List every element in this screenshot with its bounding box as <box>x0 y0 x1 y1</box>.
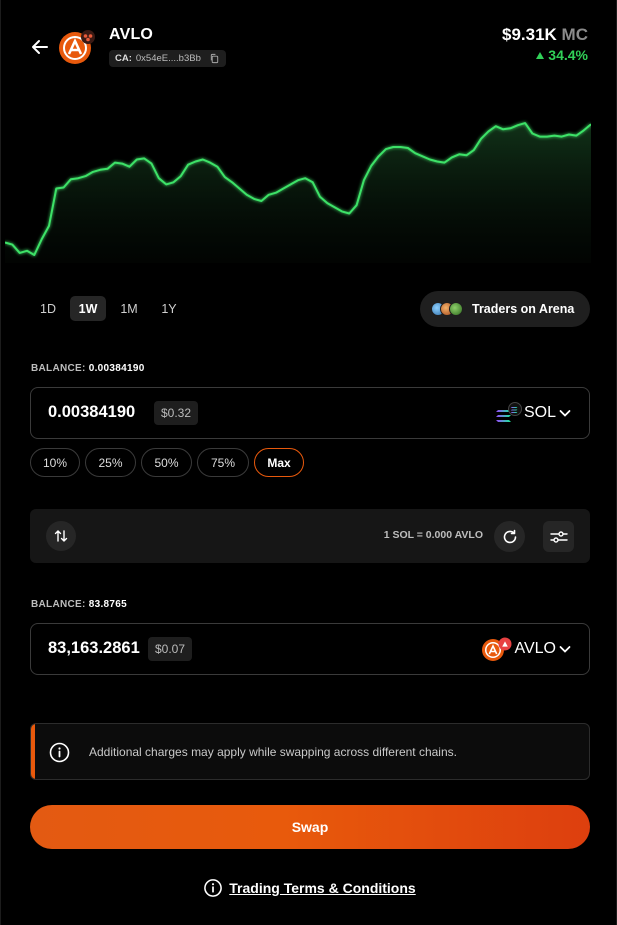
copy-icon[interactable] <box>209 53 220 64</box>
solana-icon <box>495 402 522 422</box>
market-cap-unit: MC <box>561 25 588 44</box>
info-icon <box>204 879 223 897</box>
trading-terms-link[interactable]: Trading Terms & Conditions <box>229 880 415 896</box>
trader-avatars <box>431 302 463 316</box>
back-arrow-icon[interactable] <box>29 36 51 58</box>
trader-avatar <box>449 302 463 316</box>
chevron-down-icon <box>559 410 571 417</box>
to-balance: BALANCE: 83.8765 <box>31 599 127 610</box>
to-balance-label: BALANCE: <box>31 599 86 610</box>
to-input-box: $0.07 AVLO <box>30 623 590 675</box>
avlo-token-logo <box>59 30 95 64</box>
to-token-select[interactable]: AVLO <box>481 636 573 662</box>
price-change-value: 34.4% <box>548 47 588 63</box>
from-token-select[interactable]: SOL <box>495 400 572 426</box>
contract-address-chip[interactable]: CA: 0x54eE....b3Bb <box>109 50 226 67</box>
market-cap: $9.31K MC <box>502 25 588 45</box>
traders-on-arena-button[interactable]: Traders on Arena <box>420 291 590 327</box>
from-amount-input[interactable] <box>48 403 158 422</box>
percent-25-button[interactable]: 25% <box>85 448 136 477</box>
ca-value: 0x54eE....b3Bb <box>135 53 201 64</box>
timeframe-1y[interactable]: 1Y <box>155 296 183 321</box>
timeframe-1d[interactable]: 1D <box>35 296 61 321</box>
chart-area-fill <box>5 123 591 263</box>
percent-50-button[interactable]: 50% <box>141 448 192 477</box>
refresh-icon <box>503 529 516 543</box>
from-input-box: $0.32 SOL <box>30 387 590 439</box>
to-usd-value: $0.07 <box>148 637 193 661</box>
to-amount-input[interactable] <box>48 639 148 658</box>
price-change: 34.4% <box>536 47 588 63</box>
terms-row: Trading Terms & Conditions <box>1 878 617 898</box>
cross-chain-notice: Additional charges may apply while swapp… <box>30 723 590 780</box>
notice-message: Additional charges may apply while swapp… <box>89 745 457 759</box>
up-triangle-icon <box>536 51 545 59</box>
from-usd-value: $0.32 <box>154 401 199 425</box>
from-token-symbol: SOL <box>523 404 556 421</box>
chevron-down-icon <box>559 646 571 653</box>
swap-button[interactable]: Swap <box>30 805 590 849</box>
traders-label: Traders on Arena <box>472 302 575 316</box>
info-icon <box>49 742 70 763</box>
sliders-icon <box>549 530 568 543</box>
to-balance-value: 83.8765 <box>88 599 127 610</box>
from-balance-label: BALANCE: <box>31 363 86 374</box>
exchange-rate: 1 SOL = 0.000 AVLO <box>383 529 483 541</box>
swap-rate-bar: 1 SOL = 0.000 AVLO <box>30 509 590 563</box>
percent-10-button[interactable]: 10% <box>30 448 80 477</box>
to-token-symbol: AVLO <box>514 640 557 657</box>
refresh-rate-button[interactable] <box>494 521 525 552</box>
percent-75-button[interactable]: 75% <box>197 448 249 477</box>
from-balance: BALANCE: 0.00384190 <box>31 363 145 374</box>
ca-label: CA: <box>115 53 132 64</box>
swap-arrows-icon <box>54 530 68 542</box>
timeframe-1w[interactable]: 1W <box>70 296 106 321</box>
percent-buttons: 10% 25% 50% 75% Max <box>30 448 304 477</box>
token-symbol: AVLO <box>109 26 154 43</box>
notice-accent-stripe <box>31 724 35 779</box>
avlo-icon <box>481 637 511 661</box>
timeframe-1m[interactable]: 1M <box>114 296 144 321</box>
max-button[interactable]: Max <box>254 448 304 477</box>
from-balance-value: 0.00384190 <box>88 363 145 374</box>
price-chart[interactable] <box>5 118 591 263</box>
app-frame: AVLO CA: 0x54eE....b3Bb $9.31K MC 34.4% <box>0 0 617 925</box>
flip-direction-button[interactable] <box>46 521 76 551</box>
market-cap-value: $9.31K <box>501 25 557 44</box>
slippage-settings-button[interactable] <box>543 521 574 552</box>
